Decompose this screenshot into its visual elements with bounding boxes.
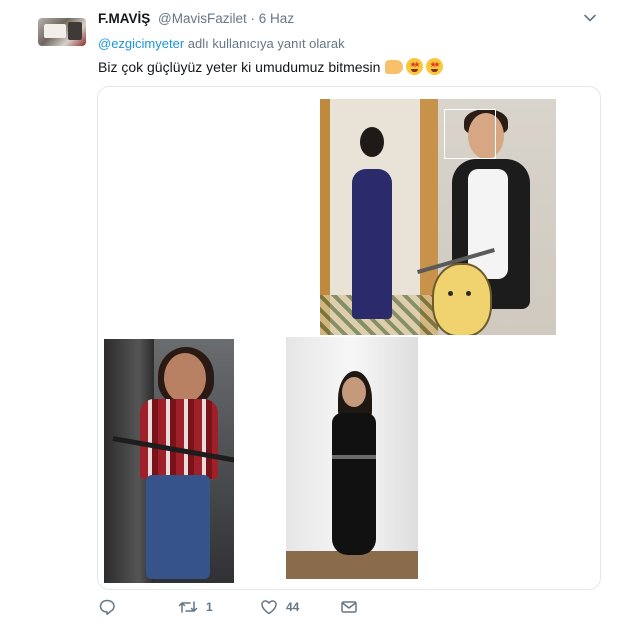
heart-icon xyxy=(260,598,278,616)
retweet-count: 1 xyxy=(206,600,213,614)
author-handle[interactable]: @MavisFazilet xyxy=(158,11,247,26)
envelope-icon xyxy=(340,598,358,616)
like-button[interactable]: 44 xyxy=(260,598,299,616)
flexed-biceps-icon xyxy=(385,59,404,74)
replying-suffix: adlı kullanıcıya yanıt olarak xyxy=(184,36,345,51)
star-struck-icon xyxy=(406,58,424,75)
focus-frame xyxy=(444,109,496,159)
tweet-actions: 1 44 xyxy=(98,598,368,626)
photo-plaid-shirt[interactable] xyxy=(104,339,234,583)
star-struck-icon xyxy=(426,58,444,75)
tweet-text-content: Biz çok güçlüyüz yeter ki umudumuz bitme… xyxy=(98,58,381,75)
photo-before-after-mirror[interactable] xyxy=(320,99,556,335)
potato-sticker-icon xyxy=(432,263,492,335)
like-count: 44 xyxy=(286,600,300,614)
tweet-date[interactable]: 6 Haz xyxy=(259,11,294,26)
tweet-text: Biz çok güçlüyüz yeter ki umudumuz bitme… xyxy=(98,58,444,75)
separator: · xyxy=(250,11,256,26)
retweet-icon xyxy=(178,598,198,616)
direct-message-button[interactable] xyxy=(340,598,366,616)
tweet-header: F.MAVİŞ @MavisFazilet · 6 Haz xyxy=(98,11,294,26)
reply-button[interactable] xyxy=(98,598,124,616)
author-name[interactable]: F.MAVİŞ xyxy=(98,11,150,26)
chevron-down-icon[interactable] xyxy=(583,11,597,25)
reply-icon xyxy=(98,598,116,616)
photo-black-dress[interactable] xyxy=(286,337,418,579)
replying-mention[interactable]: @ezgicimyeter xyxy=(98,36,184,51)
avatar[interactable] xyxy=(38,18,86,46)
retweet-button[interactable]: 1 xyxy=(178,598,213,616)
media-container xyxy=(97,86,601,590)
avatar-image-detail xyxy=(68,22,82,40)
replying-to: @ezgicimyeter adlı kullanıcıya yanıt ola… xyxy=(98,36,345,51)
avatar-image-detail xyxy=(44,24,66,38)
